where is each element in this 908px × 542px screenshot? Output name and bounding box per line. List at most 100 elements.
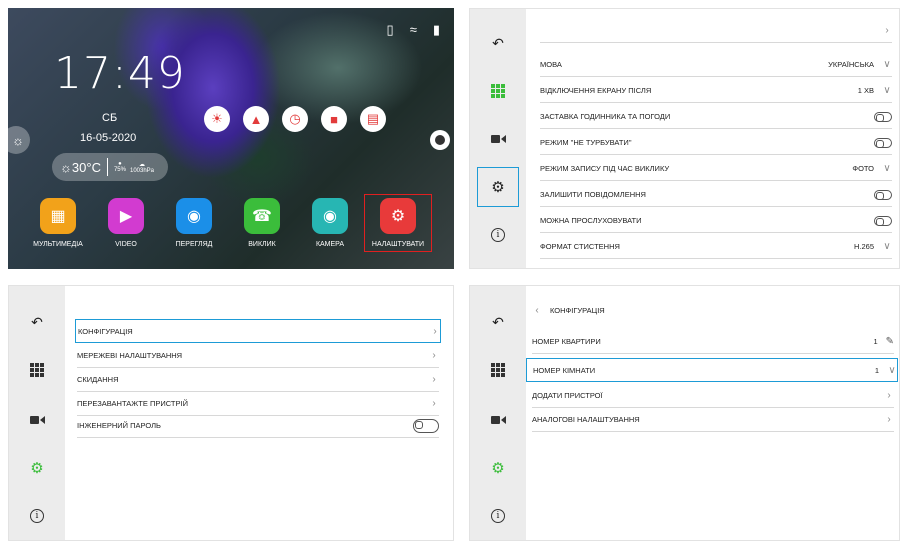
chevron-right-icon: › xyxy=(887,414,891,425)
add-devices-row[interactable]: ДОДАТИ ПРИСТРОЇ › xyxy=(532,384,894,408)
clock-time: 17:49 xyxy=(54,48,186,99)
analog-settings-row[interactable]: АНАЛОГОВІ НАЛАШТУВАННЯ › xyxy=(532,408,894,432)
top-row[interactable]: › xyxy=(540,19,892,43)
app-settings[interactable]: ⚙ НАЛАШТУВАТИ xyxy=(364,194,432,252)
screensaver-toggle[interactable] xyxy=(874,111,892,122)
row-label: НОМЕР КВАРТИРИ xyxy=(532,337,601,346)
apartment-number-row[interactable]: НОМЕР КВАРТИРИ 1 ✎ xyxy=(532,330,894,354)
settings-sidebar: ↶ ⚙ i xyxy=(470,9,526,268)
chevron-right-icon: › xyxy=(433,325,437,337)
app-label: ПЕРЕГЛЯД xyxy=(175,241,213,248)
engineer-password-row: ІНЖЕНЕРНИЙ ПАРОЛЬ xyxy=(77,414,439,438)
leave-message-toggle[interactable] xyxy=(874,189,892,200)
row-label: МЕРЕЖЕВІ НАЛАШТУВАННЯ xyxy=(77,351,183,360)
weather-divider xyxy=(106,158,108,176)
chevron-right-icon: › xyxy=(885,25,889,36)
grid-icon xyxy=(491,84,505,98)
page-title: КОНФІГУРАЦІЯ xyxy=(550,305,605,315)
chevron-down-icon: ∨ xyxy=(883,85,891,96)
sidebar-item-camera[interactable] xyxy=(9,400,65,440)
back-button[interactable]: ↶ xyxy=(470,23,526,63)
grid-icon xyxy=(491,363,505,377)
row-label: ВІДКЛЮЧЕННЯ ЕКРАНУ ПІСЛЯ xyxy=(540,86,652,95)
network-settings-row[interactable]: МЕРЕЖЕВІ НАЛАШТУВАННЯ › xyxy=(77,344,439,368)
app-video[interactable]: ▶ VIDEO xyxy=(92,198,160,252)
screen-off-row[interactable]: ВІДКЛЮЧЕННЯ ЕКРАНУ ПІСЛЯ 1 ХВ ∨ xyxy=(540,79,892,103)
config-header[interactable]: ‹ КОНФІГУРАЦІЯ xyxy=(532,298,892,322)
app-camera[interactable]: ◉ КАМЕРА xyxy=(296,198,364,252)
sidebar-item-camera[interactable] xyxy=(470,119,526,159)
can-listen-toggle[interactable] xyxy=(874,215,892,226)
configuration-panel: ↶ ⚙ i ‹ КОНФІГУРАЦІЯ НОМЕР КВАРТИРИ 1 ✎ … xyxy=(469,285,900,541)
sidebar-item-settings[interactable]: ⚙ xyxy=(477,167,519,207)
alarm-quick-button[interactable]: ▲ xyxy=(243,106,269,132)
weather-pressure: ☁ 1003hPa xyxy=(129,161,155,174)
sun-icon: ☀ xyxy=(211,111,223,126)
phone-call-icon: ☎ xyxy=(244,198,280,234)
row-value: 1 xyxy=(874,365,879,375)
sun-quick-button[interactable]: ☀ xyxy=(204,106,230,132)
sidebar-item-apps[interactable] xyxy=(470,71,526,111)
language-row[interactable]: МОВА УКРАЇНСЬКА ∨ xyxy=(540,53,892,77)
row-value: ФОТО xyxy=(852,164,874,173)
app-multimedia[interactable]: ▦ МУЛЬТИМЕДІА xyxy=(24,198,92,252)
do-not-disturb-toggle[interactable] xyxy=(874,137,892,148)
engineer-password-toggle[interactable] xyxy=(413,418,439,433)
row-label: ПЕРЕЗАВАНТАЖТЕ ПРИСТРІЙ xyxy=(77,399,188,408)
list-quick-button[interactable]: ▤ xyxy=(360,106,386,132)
sidebar-item-settings[interactable]: ⚙ xyxy=(9,448,65,488)
gear-icon: ⚙ xyxy=(30,460,44,477)
sidebar-item-info[interactable]: i xyxy=(470,496,526,536)
gear-icon: ⚙ xyxy=(380,198,416,234)
record-button[interactable] xyxy=(430,130,450,150)
chevron-right-icon: › xyxy=(432,350,436,361)
app-label: VIDEO xyxy=(115,241,137,248)
sidebar-item-settings[interactable]: ⚙ xyxy=(470,448,526,488)
clock-day: СБ xyxy=(102,112,118,124)
sidebar-item-info[interactable]: i xyxy=(9,496,65,536)
sidebar-item-apps[interactable] xyxy=(470,350,526,390)
wifi-icon: ≈ xyxy=(409,22,417,37)
weather-temperature: ☼30°C xyxy=(60,159,101,175)
weather-widget[interactable]: ☼30°C ● 75% ☁ 1003hPa xyxy=(52,153,168,181)
sidebar-item-camera[interactable] xyxy=(470,400,526,440)
reboot-row[interactable]: ПЕРЕЗАВАНТАЖТЕ ПРИСТРІЙ › xyxy=(77,392,439,416)
do-not-disturb-row: РЕЖИМ "НЕ ТУРБУВАТИ" xyxy=(540,131,892,155)
row-value: 1 ХВ xyxy=(857,86,874,95)
weather-humidity: ● 75% xyxy=(113,161,126,173)
app-monitor[interactable]: ◉ ПЕРЕГЛЯД xyxy=(160,198,228,252)
row-label: КОНФІГУРАЦІЯ xyxy=(78,326,133,336)
back-button[interactable]: ↶ xyxy=(470,302,526,342)
sidebar-item-apps[interactable] xyxy=(9,350,65,390)
chevron-right-icon: › xyxy=(432,374,436,385)
phone-icon: ▮ xyxy=(432,22,440,37)
row-label: ФОРМАТ СТИСТЕННЯ xyxy=(540,242,620,251)
brightness-button[interactable]: ☼ xyxy=(8,126,30,154)
room-number-row[interactable]: НОМЕР КІМНАТИ 1 ∨ xyxy=(526,358,898,382)
record-mode-row[interactable]: РЕЖИМ ЗАПИСУ ПІД ЧАС ВИКЛИКУ ФОТО ∨ xyxy=(540,157,892,181)
row-label: ДОДАТИ ПРИСТРОЇ xyxy=(532,391,603,400)
configuration-row[interactable]: КОНФІГУРАЦІЯ › xyxy=(75,319,441,343)
app-label: ВИКЛИК xyxy=(248,241,276,248)
compression-format-row[interactable]: ФОРМАТ СТИСТЕННЯ H.265 ∨ xyxy=(540,235,892,259)
shirt-quick-button[interactable]: ■ xyxy=(321,106,347,132)
pencil-icon[interactable]: ✎ xyxy=(886,336,894,347)
row-label: МОЖНА ПРОСЛУХОВУВАТИ xyxy=(540,216,642,225)
back-icon: ↶ xyxy=(492,34,504,51)
reset-row[interactable]: СКИДАННЯ › xyxy=(77,368,439,392)
back-button[interactable]: ↶ xyxy=(9,302,65,342)
video-camera-icon xyxy=(490,135,506,143)
shirt-icon: ■ xyxy=(330,111,338,127)
app-call[interactable]: ☎ ВИКЛИК xyxy=(228,198,296,252)
home-screen: ▯ ≈ ▮ 17:49 СБ 16-05-2020 ☼30°C ● 75% ☁ 10… xyxy=(8,8,454,269)
chevron-down-icon: ∨ xyxy=(883,163,891,174)
row-value: H.265 xyxy=(853,242,874,251)
clock-quick-button[interactable]: ◷ xyxy=(282,106,308,132)
video-camera-icon xyxy=(29,416,45,424)
gear-icon: ⚙ xyxy=(491,460,505,477)
info-icon: i xyxy=(491,509,505,523)
video-camera-icon xyxy=(490,416,506,424)
sidebar-item-info[interactable]: i xyxy=(470,215,526,255)
list-icon: ▤ xyxy=(366,111,380,126)
status-bar: ▯ ≈ ▮ xyxy=(387,22,440,38)
